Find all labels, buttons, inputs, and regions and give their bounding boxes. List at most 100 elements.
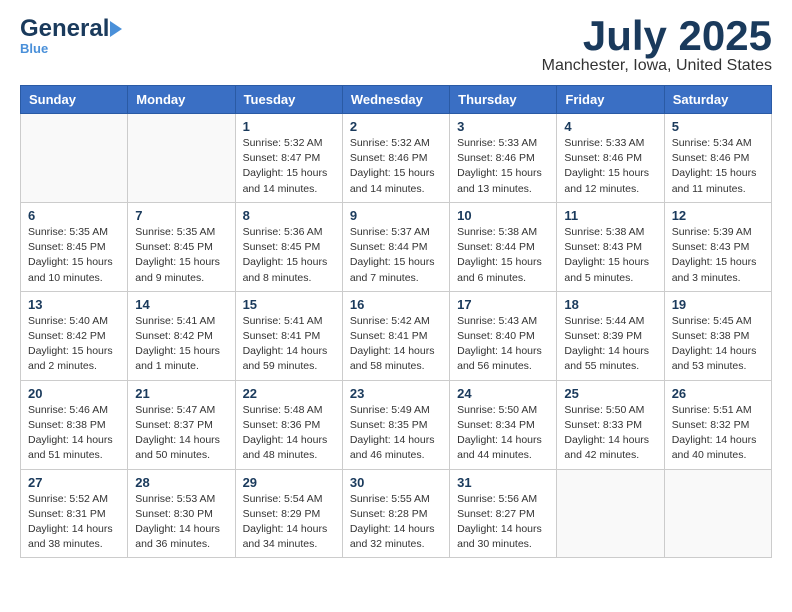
calendar-week-row: 1 Sunrise: 5:32 AM Sunset: 8:47 PM Daylig… <box>21 114 772 203</box>
day-number: 21 <box>135 386 227 401</box>
day-detail: Sunrise: 5:40 AM Sunset: 8:42 PM Dayligh… <box>28 314 120 375</box>
day-detail: Sunrise: 5:41 AM Sunset: 8:42 PM Dayligh… <box>135 314 227 375</box>
day-detail: Sunrise: 5:44 AM Sunset: 8:39 PM Dayligh… <box>564 314 656 375</box>
location-title: Manchester, Iowa, United States <box>542 57 772 75</box>
day-number: 10 <box>457 208 549 223</box>
day-detail: Sunrise: 5:46 AM Sunset: 8:38 PM Dayligh… <box>28 403 120 464</box>
calendar-cell: 7Sunrise: 5:35 AM Sunset: 8:45 PM Daylig… <box>128 202 235 291</box>
calendar-cell: 17 Sunrise: 5:43 AM Sunset: 8:40 PM Dayli… <box>450 291 557 380</box>
day-number: 8 <box>243 208 335 223</box>
calendar-cell: 14 Sunrise: 5:41 AM Sunset: 8:42 PM Dayli… <box>128 291 235 380</box>
day-number: 3 <box>457 119 549 134</box>
calendar-cell <box>557 469 664 558</box>
calendar-cell: 30 Sunrise: 5:55 AM Sunset: 8:28 PM Dayli… <box>342 469 449 558</box>
day-number: 19 <box>672 297 764 312</box>
day-detail: Sunrise: 5:39 AM Sunset: 8:43 PM Dayligh… <box>672 225 764 286</box>
day-number: 1 <box>243 119 335 134</box>
day-detail: Sunrise: 5:45 AM Sunset: 8:38 PM Dayligh… <box>672 314 764 375</box>
logo-general-text: General <box>20 15 109 43</box>
day-detail: Sunrise: 5:37 AM Sunset: 8:44 PM Dayligh… <box>350 225 442 286</box>
calendar-cell: 19 Sunrise: 5:45 AM Sunset: 8:38 PM Dayli… <box>664 291 771 380</box>
calendar-cell: 31 Sunrise: 5:56 AM Sunset: 8:27 PM Dayli… <box>450 469 557 558</box>
day-number: 20 <box>28 386 120 401</box>
calendar-cell: 8Sunrise: 5:36 AM Sunset: 8:45 PM Daylig… <box>235 202 342 291</box>
day-number: 31 <box>457 475 549 490</box>
day-number: 16 <box>350 297 442 312</box>
day-number: 30 <box>350 475 442 490</box>
logo-blue-text: Blue <box>20 41 48 56</box>
col-saturday: Saturday <box>664 86 771 114</box>
calendar-header-row: Sunday Monday Tuesday Wednesday Thursday… <box>21 86 772 114</box>
calendar-cell: 18Sunrise: 5:44 AM Sunset: 8:39 PM Dayli… <box>557 291 664 380</box>
day-detail: Sunrise: 5:48 AM Sunset: 8:36 PM Dayligh… <box>243 403 335 464</box>
day-detail: Sunrise: 5:50 AM Sunset: 8:33 PM Dayligh… <box>564 403 656 464</box>
day-detail: Sunrise: 5:41 AM Sunset: 8:41 PM Dayligh… <box>243 314 335 375</box>
day-detail: Sunrise: 5:33 AM Sunset: 8:46 PM Dayligh… <box>457 136 549 197</box>
calendar-cell: 23Sunrise: 5:49 AM Sunset: 8:35 PM Dayli… <box>342 380 449 469</box>
calendar-cell: 26 Sunrise: 5:51 AM Sunset: 8:32 PM Dayli… <box>664 380 771 469</box>
calendar-cell: 15Sunrise: 5:41 AM Sunset: 8:41 PM Dayli… <box>235 291 342 380</box>
day-detail: Sunrise: 5:38 AM Sunset: 8:43 PM Dayligh… <box>564 225 656 286</box>
day-detail: Sunrise: 5:38 AM Sunset: 8:44 PM Dayligh… <box>457 225 549 286</box>
page-header: General Blue July 2025 Manchester, Iowa,… <box>20 15 772 75</box>
day-detail: Sunrise: 5:56 AM Sunset: 8:27 PM Dayligh… <box>457 492 549 553</box>
col-tuesday: Tuesday <box>235 86 342 114</box>
calendar-table: Sunday Monday Tuesday Wednesday Thursday… <box>20 85 772 558</box>
day-detail: Sunrise: 5:32 AM Sunset: 8:46 PM Dayligh… <box>350 136 442 197</box>
calendar-cell: 21 Sunrise: 5:47 AM Sunset: 8:37 PM Dayli… <box>128 380 235 469</box>
logo: General Blue <box>20 15 122 56</box>
col-thursday: Thursday <box>450 86 557 114</box>
day-detail: Sunrise: 5:50 AM Sunset: 8:34 PM Dayligh… <box>457 403 549 464</box>
day-detail: Sunrise: 5:53 AM Sunset: 8:30 PM Dayligh… <box>135 492 227 553</box>
col-friday: Friday <box>557 86 664 114</box>
day-detail: Sunrise: 5:42 AM Sunset: 8:41 PM Dayligh… <box>350 314 442 375</box>
calendar-cell: 13 Sunrise: 5:40 AM Sunset: 8:42 PM Dayli… <box>21 291 128 380</box>
calendar-cell: 29 Sunrise: 5:54 AM Sunset: 8:29 PM Dayli… <box>235 469 342 558</box>
day-detail: Sunrise: 5:52 AM Sunset: 8:31 PM Dayligh… <box>28 492 120 553</box>
title-area: July 2025 Manchester, Iowa, United State… <box>542 15 772 75</box>
calendar-cell <box>664 469 771 558</box>
calendar-cell: 28 Sunrise: 5:53 AM Sunset: 8:30 PM Dayli… <box>128 469 235 558</box>
calendar-cell: 20 Sunrise: 5:46 AM Sunset: 8:38 PM Dayli… <box>21 380 128 469</box>
day-number: 13 <box>28 297 120 312</box>
calendar-cell: 10 Sunrise: 5:38 AM Sunset: 8:44 PM Dayli… <box>450 202 557 291</box>
calendar-week-row: 27Sunrise: 5:52 AM Sunset: 8:31 PM Dayli… <box>21 469 772 558</box>
calendar-cell: 16 Sunrise: 5:42 AM Sunset: 8:41 PM Dayli… <box>342 291 449 380</box>
calendar-week-row: 6Sunrise: 5:35 AM Sunset: 8:45 PM Daylig… <box>21 202 772 291</box>
calendar-week-row: 13 Sunrise: 5:40 AM Sunset: 8:42 PM Dayli… <box>21 291 772 380</box>
day-number: 28 <box>135 475 227 490</box>
day-detail: Sunrise: 5:54 AM Sunset: 8:29 PM Dayligh… <box>243 492 335 553</box>
calendar-week-row: 20 Sunrise: 5:46 AM Sunset: 8:38 PM Dayli… <box>21 380 772 469</box>
calendar-cell: 9Sunrise: 5:37 AM Sunset: 8:44 PM Daylig… <box>342 202 449 291</box>
month-title: July 2025 <box>542 15 772 57</box>
calendar-cell: 6Sunrise: 5:35 AM Sunset: 8:45 PM Daylig… <box>21 202 128 291</box>
logo-arrow-icon <box>110 21 122 37</box>
calendar-cell <box>128 114 235 203</box>
calendar-cell: 4Sunrise: 5:33 AM Sunset: 8:46 PM Daylig… <box>557 114 664 203</box>
day-number: 2 <box>350 119 442 134</box>
calendar-cell: 27Sunrise: 5:52 AM Sunset: 8:31 PM Dayli… <box>21 469 128 558</box>
calendar-cell: 1 Sunrise: 5:32 AM Sunset: 8:47 PM Daylig… <box>235 114 342 203</box>
calendar-cell: 24Sunrise: 5:50 AM Sunset: 8:34 PM Dayli… <box>450 380 557 469</box>
day-number: 11 <box>564 208 656 223</box>
day-number: 22 <box>243 386 335 401</box>
col-wednesday: Wednesday <box>342 86 449 114</box>
day-detail: Sunrise: 5:32 AM Sunset: 8:47 PM Dayligh… <box>243 136 335 197</box>
calendar-cell: 3 Sunrise: 5:33 AM Sunset: 8:46 PM Daylig… <box>450 114 557 203</box>
day-detail: Sunrise: 5:55 AM Sunset: 8:28 PM Dayligh… <box>350 492 442 553</box>
day-number: 14 <box>135 297 227 312</box>
calendar-cell: 5Sunrise: 5:34 AM Sunset: 8:46 PM Daylig… <box>664 114 771 203</box>
day-number: 7 <box>135 208 227 223</box>
day-detail: Sunrise: 5:47 AM Sunset: 8:37 PM Dayligh… <box>135 403 227 464</box>
day-detail: Sunrise: 5:43 AM Sunset: 8:40 PM Dayligh… <box>457 314 549 375</box>
calendar-cell <box>21 114 128 203</box>
calendar-cell: 12Sunrise: 5:39 AM Sunset: 8:43 PM Dayli… <box>664 202 771 291</box>
day-detail: Sunrise: 5:33 AM Sunset: 8:46 PM Dayligh… <box>564 136 656 197</box>
day-number: 17 <box>457 297 549 312</box>
day-detail: Sunrise: 5:51 AM Sunset: 8:32 PM Dayligh… <box>672 403 764 464</box>
day-number: 29 <box>243 475 335 490</box>
calendar-cell: 11 Sunrise: 5:38 AM Sunset: 8:43 PM Dayli… <box>557 202 664 291</box>
day-number: 26 <box>672 386 764 401</box>
day-detail: Sunrise: 5:49 AM Sunset: 8:35 PM Dayligh… <box>350 403 442 464</box>
col-sunday: Sunday <box>21 86 128 114</box>
